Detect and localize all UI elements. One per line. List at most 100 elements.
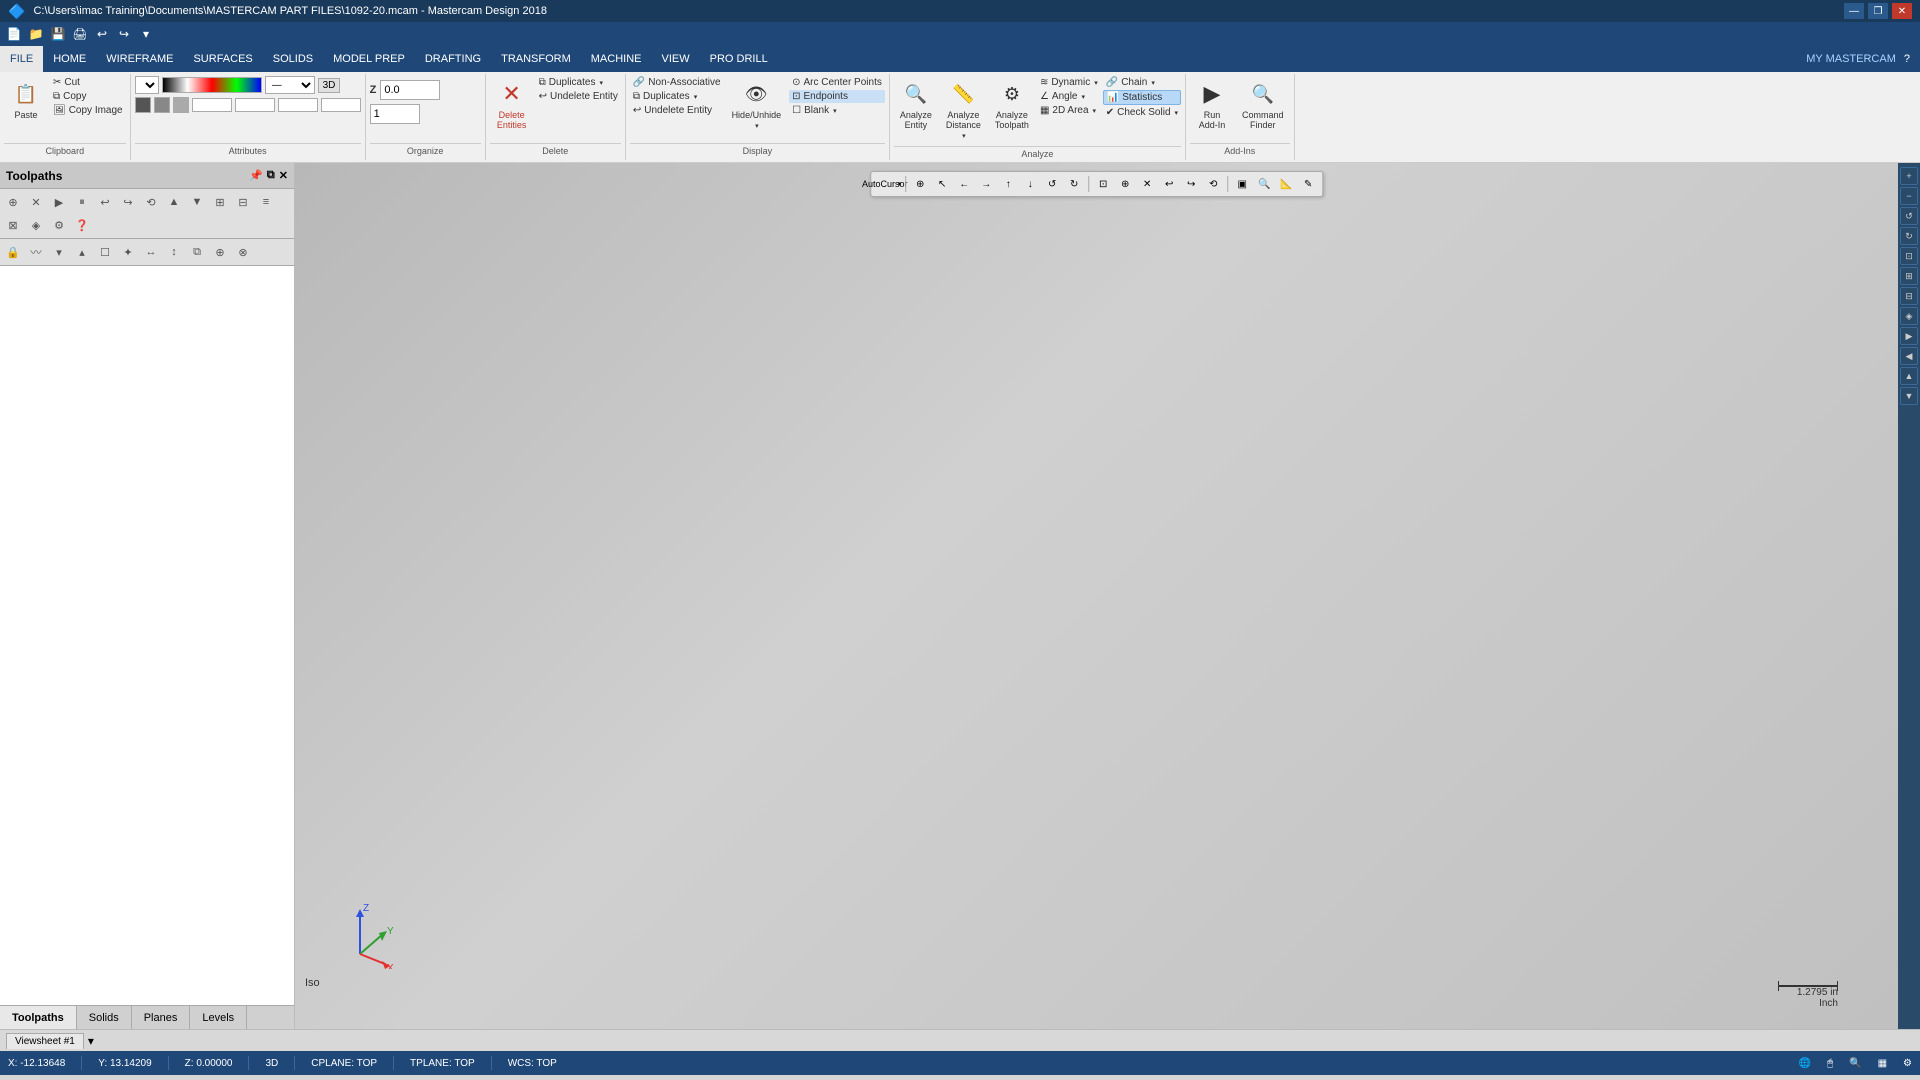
tp-close-button[interactable]: ✕ (279, 169, 288, 182)
cmd-btn-15[interactable]: ▣ (1232, 174, 1252, 194)
close-button[interactable]: ✕ (1892, 3, 1912, 19)
rp-btn-10[interactable]: ◀ (1900, 347, 1918, 365)
hide-unhide-button[interactable]: 👁 Hide/Unhide ▾ (726, 76, 788, 134)
cmd-btn-2[interactable]: ↖ (932, 174, 952, 194)
cmd-btn-4[interactable]: → (976, 174, 996, 194)
undelete-display-button[interactable]: ↩ Undelete Entity (630, 104, 724, 117)
status-zoom[interactable]: 🔍 (1849, 1058, 1861, 1069)
copy-button[interactable]: ⧉ Copy (50, 90, 126, 103)
rp-btn-12[interactable]: ▼ (1900, 387, 1918, 405)
qa-new[interactable]: 📄 (4, 24, 24, 44)
analyze-entity-button[interactable]: 🔍 AnalyzeEntity (894, 76, 938, 134)
color-swatch-2[interactable] (154, 97, 170, 113)
qa-redo[interactable]: ↪ (114, 24, 134, 44)
tp-btn-8[interactable]: ▲ (163, 191, 185, 213)
rp-btn-8[interactable]: ◈ (1900, 307, 1918, 325)
attr-input-2[interactable] (235, 98, 275, 112)
analyze-toolpath-button[interactable]: ⚙ AnalyzeToolpath (989, 76, 1035, 134)
statistics-button[interactable]: 📊 Statistics (1103, 90, 1181, 105)
status-globe[interactable]: 🌐 (1799, 1058, 1811, 1069)
undelete-entity-button[interactable]: ↩ Undelete Entity (536, 90, 621, 103)
menu-machine[interactable]: MACHINE (581, 46, 652, 72)
status-settings[interactable]: ⚙ (1903, 1058, 1912, 1069)
tp2-btn-5[interactable]: ☐ (94, 241, 116, 263)
cmd-btn-16[interactable]: 🔍 (1254, 174, 1274, 194)
qa-undo[interactable]: ↩ (92, 24, 112, 44)
cmd-btn-7[interactable]: ↺ (1042, 174, 1062, 194)
tp2-btn-2[interactable]: 〰 (25, 241, 47, 263)
viewsheet-add[interactable]: ▾ (88, 1034, 94, 1048)
tab-toolpaths[interactable]: Toolpaths (0, 1006, 77, 1029)
status-mouse[interactable]: 🖱 (1827, 1058, 1833, 1069)
tp-btn-14[interactable]: ◈ (25, 214, 47, 236)
tab-levels[interactable]: Levels (190, 1006, 247, 1029)
arc-center-points-button[interactable]: ⊙ Arc Center Points (789, 76, 885, 89)
status-wcs[interactable]: WCS: TOP (508, 1058, 557, 1069)
rp-btn-11[interactable]: ▲ (1900, 367, 1918, 385)
tp-btn-3[interactable]: ▶ (48, 191, 70, 213)
tp2-btn-9[interactable]: ⧉ (186, 241, 208, 263)
cmd-btn-10[interactable]: ⊕ (1115, 174, 1135, 194)
qa-extra[interactable]: ▾ (136, 24, 156, 44)
cmd-autocursor[interactable]: AutoCursor (875, 174, 895, 194)
color-swatch-3[interactable] (173, 97, 189, 113)
dynamic-button[interactable]: ≋ Dynamic ▾ (1037, 76, 1101, 89)
non-associative-button[interactable]: 🔗 Non-Associative (630, 76, 724, 89)
mode-3d[interactable]: 3D (318, 78, 341, 93)
duplicates-display-button[interactable]: ⧉ Duplicates ▾ (630, 90, 724, 103)
tp-btn-6[interactable]: ↪ (117, 191, 139, 213)
tp-btn-9[interactable]: ▼ (186, 191, 208, 213)
maximize-button[interactable]: ❐ (1868, 3, 1888, 19)
cmd-btn-14[interactable]: ⟲ (1203, 174, 1223, 194)
tp-float-button[interactable]: ⧉ (267, 169, 275, 182)
tp-btn-2[interactable]: ✕ (25, 191, 47, 213)
tp2-btn-7[interactable]: ↔ (140, 241, 162, 263)
menu-file[interactable]: FILE (0, 46, 43, 72)
tp-btn-1[interactable]: ⊕ (2, 191, 24, 213)
viewsheet-tab-1[interactable]: Viewsheet #1 (6, 1033, 84, 1049)
tp-btn-11[interactable]: ⊟ (232, 191, 254, 213)
menu-view[interactable]: VIEW (652, 46, 700, 72)
rp-btn-9[interactable]: ▶ (1900, 327, 1918, 345)
cmd-btn-13[interactable]: ↪ (1181, 174, 1201, 194)
tp2-btn-4[interactable]: ▴ (71, 241, 93, 263)
color-bar[interactable] (162, 77, 262, 93)
qa-print[interactable]: 🖨 (70, 24, 90, 44)
duplicates-button[interactable]: ⧉ Duplicates ▾ (536, 76, 621, 89)
menu-drafting[interactable]: DRAFTING (415, 46, 491, 72)
color-swatch[interactable] (135, 97, 151, 113)
menu-solids[interactable]: SOLIDS (263, 46, 323, 72)
cmd-btn-9[interactable]: ⊡ (1093, 174, 1113, 194)
tp2-btn-1[interactable]: 🔒 (2, 241, 24, 263)
tp-btn-10[interactable]: ⊞ (209, 191, 231, 213)
tp2-btn-6[interactable]: ✦ (117, 241, 139, 263)
rp-btn-5[interactable]: ⊡ (1900, 247, 1918, 265)
menu-home[interactable]: HOME (43, 46, 96, 72)
cmd-btn-8[interactable]: ↻ (1064, 174, 1084, 194)
my-mastercam-link[interactable]: MY MASTERCAM (1806, 53, 1896, 65)
tp2-btn-8[interactable]: ↕ (163, 241, 185, 263)
check-solid-button[interactable]: ✔ Check Solid ▾ (1103, 106, 1181, 119)
rp-btn-3[interactable]: ↺ (1900, 207, 1918, 225)
attr-select-2[interactable]: — (265, 76, 315, 94)
tp-btn-13[interactable]: ⊠ (2, 214, 24, 236)
delete-entities-button[interactable]: ✕ DeleteEntities (490, 76, 534, 134)
tp-btn-5[interactable]: ↩ (94, 191, 116, 213)
menu-surfaces[interactable]: SURFACES (183, 46, 262, 72)
tp-pin-button[interactable]: 📌 (249, 169, 263, 182)
window-controls[interactable]: — ❐ ✕ (1844, 3, 1912, 19)
cmd-btn-3[interactable]: ← (954, 174, 974, 194)
2d-area-button[interactable]: ▦ 2D Area ▾ (1037, 104, 1101, 117)
run-addin-button[interactable]: ▶ RunAdd-In (1190, 76, 1234, 134)
menu-transform[interactable]: TRANSFORM (491, 46, 581, 72)
tab-solids[interactable]: Solids (77, 1006, 132, 1029)
rp-btn-7[interactable]: ⊟ (1900, 287, 1918, 305)
tab-planes[interactable]: Planes (132, 1006, 191, 1029)
tp2-btn-10[interactable]: ⊕ (209, 241, 231, 263)
viewport[interactable]: AutoCursor ▾ ⊕ ↖ ← → ↑ ↓ ↺ ↻ ⊡ ⊕ ✕ ↩ ↪ ⟲… (295, 163, 1898, 1029)
status-grid[interactable]: ▦ (1878, 1058, 1887, 1069)
z-value-input[interactable] (380, 80, 440, 100)
tp2-btn-3[interactable]: ▾ (48, 241, 70, 263)
chain-button[interactable]: 🔗 Chain ▾ (1103, 76, 1181, 89)
cmd-btn-18[interactable]: ✎ (1298, 174, 1318, 194)
